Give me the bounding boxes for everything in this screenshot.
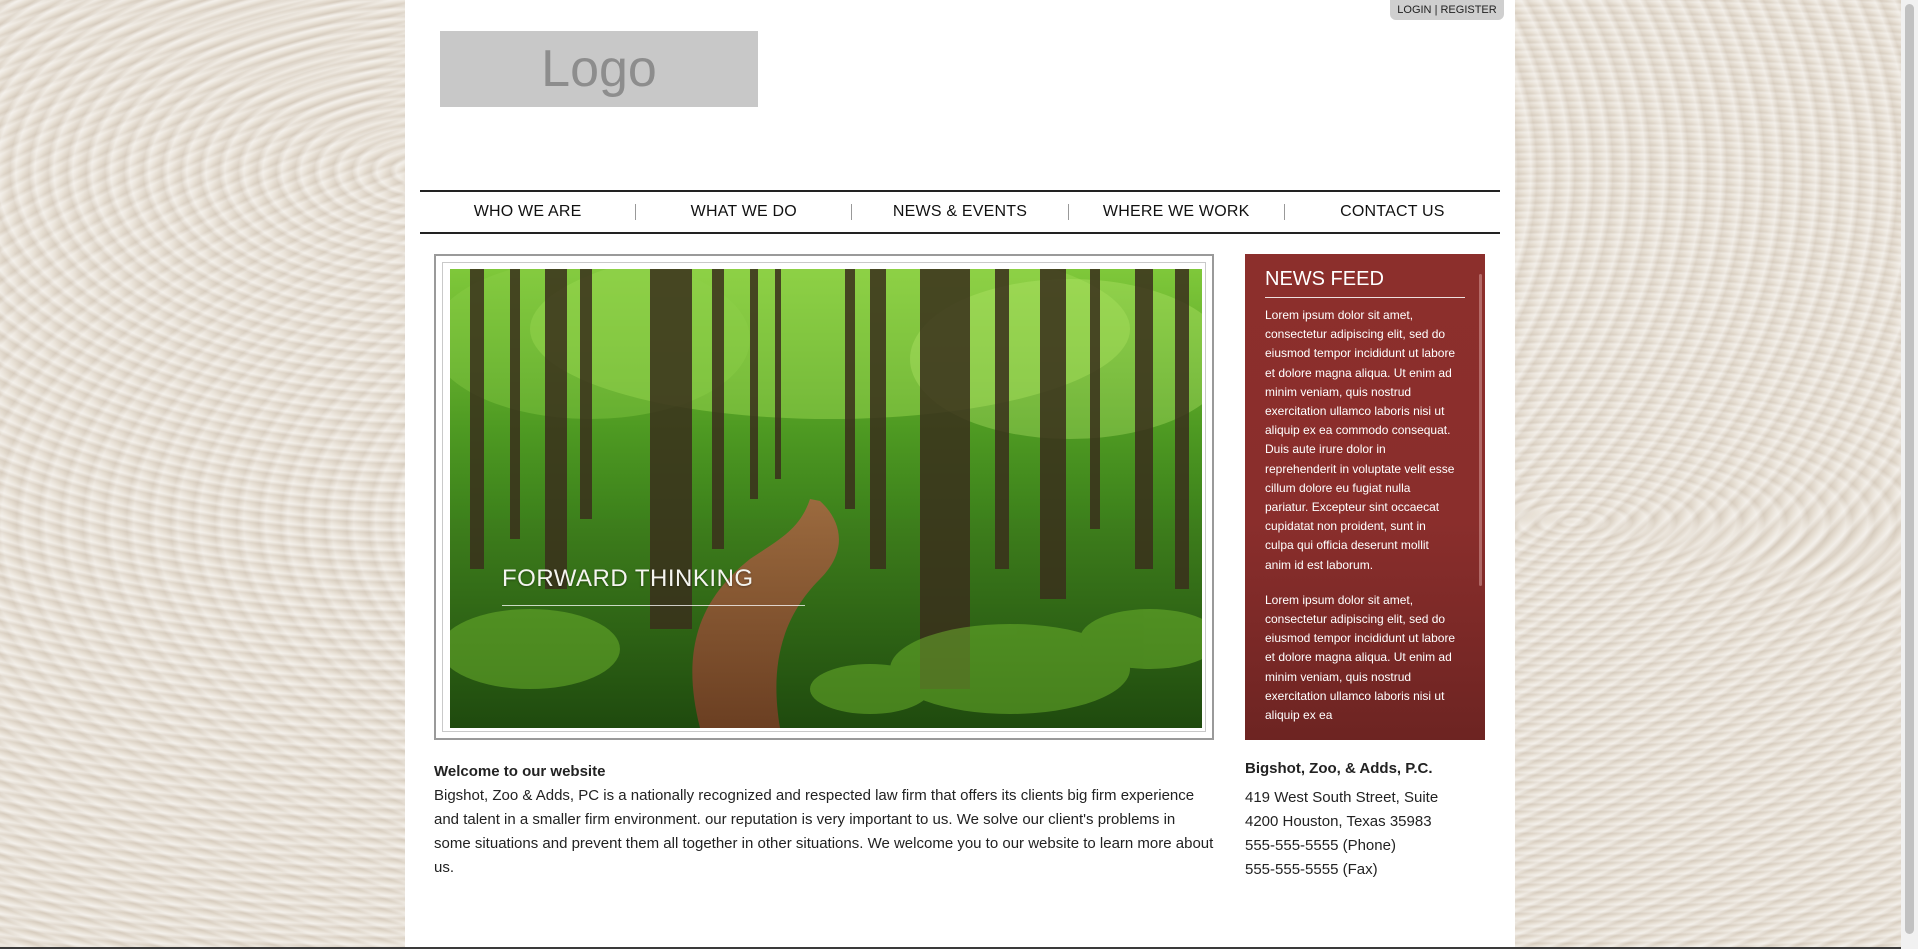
news-feed-scrollbar[interactable]: [1479, 274, 1482, 586]
site-logo[interactable]: Logo: [440, 31, 758, 107]
login-link[interactable]: LOGIN: [1397, 4, 1431, 16]
news-feed-panel[interactable]: NEWS FEED Lorem ipsum dolor sit amet, co…: [1245, 254, 1485, 740]
welcome-section: Welcome to our website Bigshot, Zoo & Ad…: [434, 760, 1214, 880]
welcome-text: Bigshot, Zoo & Adds, PC is a nationally …: [434, 787, 1214, 876]
welcome-heading: Welcome to our website: [434, 763, 606, 780]
address-line-1: 419 West South Street, Suite: [1245, 789, 1439, 806]
news-feed-paragraph: Lorem ipsum dolor sit amet, consectetur …: [1265, 308, 1456, 572]
main-nav: WHO WE ARE WHAT WE DO NEWS & EVENTS WHER…: [420, 190, 1500, 234]
page-scrollbar-thumb[interactable]: [1905, 4, 1914, 934]
phone-number: 555-555-5555 (Phone): [1245, 837, 1396, 854]
nav-news-events[interactable]: NEWS & EVENTS: [852, 203, 1067, 221]
hero-caption-underline: [502, 605, 805, 606]
nav-contact-us[interactable]: CONTACT US: [1285, 203, 1500, 221]
forest-hero-image: FORWARD THINKING: [450, 269, 1202, 728]
address-line-2: 4200 Houston, Texas 35983: [1245, 813, 1432, 830]
news-feed-body: Lorem ipsum dolor sit amet, consectetur …: [1265, 306, 1457, 740]
news-feed-title: NEWS FEED: [1265, 268, 1465, 298]
login-register-bar: LOGIN | REGISTER: [1390, 0, 1504, 20]
register-link[interactable]: REGISTER: [1440, 4, 1496, 16]
hero-caption: FORWARD THINKING: [502, 565, 754, 592]
nav-who-we-are[interactable]: WHO WE ARE: [420, 203, 635, 221]
login-separator: |: [1434, 4, 1438, 16]
contact-info: Bigshot, Zoo, & Adds, P.C. 419 West Sout…: [1245, 757, 1485, 882]
nav-where-we-work[interactable]: WHERE WE WORK: [1069, 203, 1284, 221]
firm-name: Bigshot, Zoo, & Adds, P.C.: [1245, 760, 1433, 777]
nav-what-we-do[interactable]: WHAT WE DO: [636, 203, 851, 221]
fax-number: 555-555-5555 (Fax): [1245, 861, 1378, 878]
news-feed-paragraph: Lorem ipsum dolor sit amet, consectetur …: [1265, 592, 1456, 723]
hero-frame: FORWARD THINKING: [434, 254, 1214, 740]
page-scrollbar[interactable]: [1901, 0, 1918, 949]
